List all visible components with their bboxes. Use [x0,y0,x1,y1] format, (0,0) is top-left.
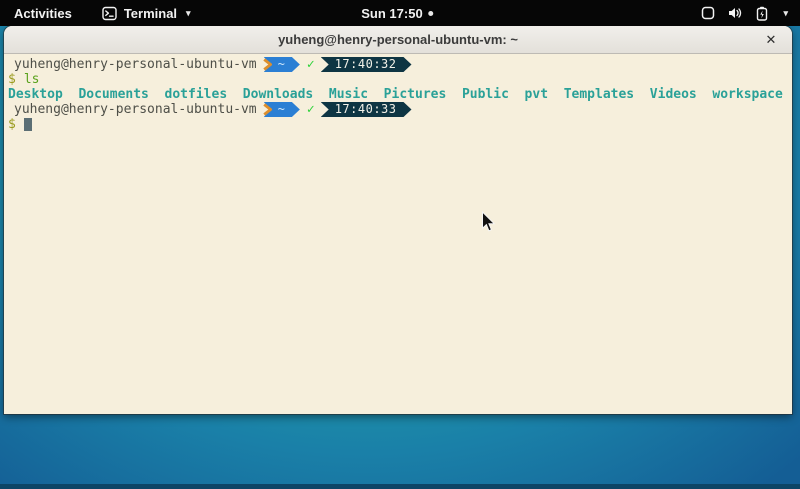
display-icon [701,6,715,20]
titlebar[interactable]: yuheng@henry-personal-ubuntu-vm: ~ ✕ [4,26,792,54]
status-check-icon: ✓ [307,57,315,72]
app-menu-terminal[interactable]: Terminal ▾ [96,0,197,26]
terminal-icon [102,6,117,21]
prompt-time: 17:40:33 [335,102,397,117]
app-menu-label: Terminal [124,6,177,21]
mouse-cursor [481,211,496,233]
powerline-chevron-icon [262,58,273,71]
prompt-line-2: yuheng@henry-personal-ubuntu-vm ~ ✓ 17:4… [6,102,790,117]
text-cursor [24,118,32,131]
powerline-time-segment: 17:40:33 [321,102,412,117]
notification-dot [429,11,434,16]
prompt-dir: ~ [278,102,285,117]
powerline-chevron-icon [262,103,273,116]
chevron-down-icon: ▾ [186,8,191,19]
window-title: yuheng@henry-personal-ubuntu-vm: ~ [278,32,518,47]
battery-charging-icon [756,6,768,21]
desktop-bottom-strip [0,484,800,489]
input-line: $ [6,117,790,132]
prompt-line-1: yuheng@henry-personal-ubuntu-vm ~ ✓ 17:4… [6,57,790,72]
system-status-menu[interactable]: ▾ [695,0,792,26]
command-text: ls [24,72,40,87]
prompt-time: 17:40:32 [335,57,397,72]
terminal-content[interactable]: yuheng@henry-personal-ubuntu-vm ~ ✓ 17:4… [4,54,792,413]
prompt-user: yuheng@henry-personal-ubuntu-vm [14,57,257,72]
terminal-window: yuheng@henry-personal-ubuntu-vm: ~ ✕ yuh… [4,26,792,414]
command-line: $ ls [6,72,790,87]
powerline-time-segment: 17:40:32 [321,57,412,72]
activities-button[interactable]: Activities [8,0,78,26]
clock-label: Sun 17:50 [361,6,422,21]
volume-icon [728,6,743,20]
clock-button[interactable]: Sun 17:50 [355,0,439,26]
prompt-dir: ~ [278,57,285,72]
prompt-user: yuheng@henry-personal-ubuntu-vm [14,102,257,117]
shell-prompt-symbol: $ [8,72,16,87]
close-button[interactable]: ✕ [760,26,782,54]
chevron-down-icon: ▾ [783,8,788,19]
status-check-icon: ✓ [307,102,315,117]
ls-output: Desktop Documents dotfiles Downloads Mus… [6,87,790,102]
shell-prompt-symbol: $ [8,117,16,132]
top-bar: Activities Terminal ▾ Sun 17:50 [0,0,800,26]
